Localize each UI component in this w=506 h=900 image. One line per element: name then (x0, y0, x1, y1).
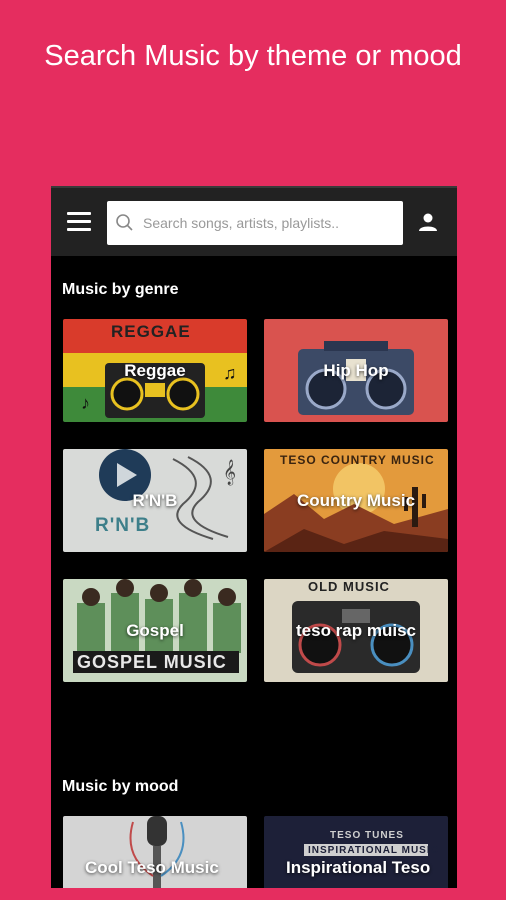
genre-card-gospel[interactable]: GOSPEL MUSIC Gospel (63, 579, 247, 682)
genre-card-teso-rap[interactable]: OLD MUSIC teso rap muisc (264, 579, 448, 682)
search-icon (116, 214, 133, 231)
genre-label: Reggae (124, 360, 186, 380)
mood-section-title: Music by mood (62, 778, 179, 795)
genre-label: Hip Hop (323, 360, 389, 380)
mood-label: Inspirational Teso (286, 857, 431, 877)
genre-label: R'N'B (132, 490, 178, 510)
user-account-icon[interactable] (417, 211, 439, 233)
genre-label: teso rap muisc (296, 620, 416, 640)
genre-section-title: Music by genre (62, 281, 179, 298)
mood-label: Cool Teso Music (85, 857, 219, 877)
search-input[interactable] (141, 214, 403, 232)
hamburger-menu-icon[interactable] (67, 212, 91, 232)
genre-card-reggae[interactable]: ♪ ♫ REGGAE Reggae (63, 319, 247, 422)
genre-card-country-music[interactable]: TESO COUNTRY MUSIC Country Music (264, 449, 448, 552)
app-screen: Music by genre ♪ ♫ REGGAE Reggae Hip Hop (51, 186, 457, 888)
genre-label: Gospel (126, 620, 184, 640)
genre-label: Country Music (296, 490, 416, 510)
page-headline: Search Music by theme or mood (44, 40, 462, 72)
search-bar[interactable] (107, 201, 403, 245)
genre-card-rnb[interactable]: 𝄞 R'N'B R'N'B (63, 449, 247, 552)
mood-card-inspirational-teso[interactable]: TESO TUNES INSPIRATIONAL MUSIC Inspirati… (264, 816, 448, 888)
mood-card-cool-teso-music[interactable]: Cool Teso Music (63, 816, 247, 888)
genre-card-hip-hop[interactable]: Hip Hop (264, 319, 448, 422)
app-bar (51, 188, 457, 256)
